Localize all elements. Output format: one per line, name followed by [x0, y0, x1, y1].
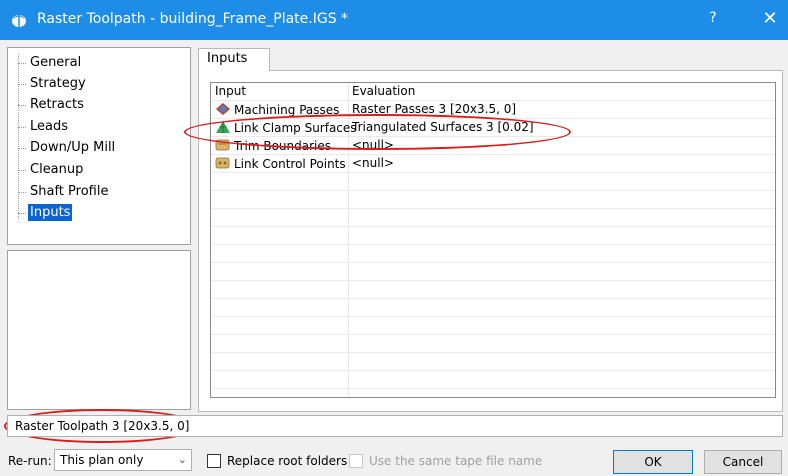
empty-row: [211, 209, 775, 227]
table-row[interactable]: Machining Passes Raster Passes 3 [20x3.5…: [211, 101, 775, 119]
tree-item-label: Strategy: [30, 76, 86, 91]
cancel-button[interactable]: Cancel: [704, 450, 782, 474]
tree-item-inputs[interactable]: Inputs: [18, 203, 73, 223]
tree-item-label: Inputs: [28, 204, 73, 221]
description-panel: [7, 250, 191, 410]
empty-row: [211, 299, 775, 317]
settings-tree: General Strategy Retracts Leads Down/Up …: [7, 47, 191, 245]
tree-item-retracts[interactable]: Retracts: [18, 95, 86, 115]
header-input[interactable]: Input: [215, 84, 246, 98]
row-input-cell: Link Control Points: [215, 156, 346, 171]
plan-description-text: Raster Toolpath 3 [20x3.5, 0]: [15, 419, 190, 433]
help-button[interactable]: ?: [705, 10, 721, 26]
tree-item-label: General: [30, 55, 82, 70]
window-title: Raster Toolpath - building_Frame_Plate.I…: [37, 11, 349, 27]
empty-row: [211, 227, 775, 245]
rerun-label: Re-run:: [8, 454, 52, 468]
table-header-row: Input Evaluation: [211, 83, 775, 101]
table-row[interactable]: Link Control Points <null>: [211, 155, 775, 173]
replace-root-folders-label[interactable]: Replace root folders: [227, 454, 347, 468]
close-button[interactable]: ✕: [760, 8, 780, 29]
raster-toolpath-dialog: Raster Toolpath - building_Frame_Plate.I…: [0, 0, 788, 476]
row-input-label: Link Clamp Surfaces: [234, 121, 357, 135]
empty-row: [211, 245, 775, 263]
title-bar: Raster Toolpath - building_Frame_Plate.I…: [0, 0, 788, 40]
machining-passes-icon: [216, 103, 230, 115]
tree-item-shaft-profile[interactable]: Shaft Profile: [18, 182, 110, 202]
chevron-down-icon: ⌄: [177, 453, 187, 466]
row-evaluation: <null>: [352, 156, 394, 170]
empty-row: [211, 263, 775, 281]
empty-row: [211, 317, 775, 335]
tree-item-label: Down/Up Mill: [30, 140, 116, 155]
tree-item-label: Shaft Profile: [30, 184, 109, 199]
rerun-dropdown-value: This plan only: [60, 453, 144, 467]
row-evaluation: <null>: [352, 138, 394, 152]
table-row[interactable]: Trim Boundaries <null>: [211, 137, 775, 155]
app-icon: [12, 15, 26, 27]
tree-item-label: Leads: [30, 119, 69, 134]
tree-item-label: Retracts: [30, 97, 84, 112]
plan-description-field[interactable]: Raster Toolpath 3 [20x3.5, 0]: [7, 415, 783, 437]
tree-item-leads[interactable]: Leads: [18, 117, 70, 137]
inputs-table: Input Evaluation Machining Passes Raster…: [210, 82, 776, 398]
link-control-points-icon: [215, 157, 230, 169]
same-tape-file-checkbox[interactable]: [349, 454, 363, 468]
triangulated-surface-icon: [216, 121, 230, 133]
row-input-label: Trim Boundaries: [234, 139, 331, 153]
tab-inputs[interactable]: Inputs: [198, 48, 270, 71]
row-evaluation: Triangulated Surfaces 3 [0.02]: [352, 120, 534, 134]
row-input-label: Link Control Points: [234, 157, 346, 171]
row-input-cell: Link Clamp Surfaces: [215, 120, 357, 135]
empty-row: [211, 353, 775, 371]
same-tape-file-label[interactable]: Use the same tape file name: [369, 454, 542, 468]
empty-row: [211, 173, 775, 191]
tree-item-strategy[interactable]: Strategy: [18, 74, 88, 94]
empty-row: [211, 335, 775, 353]
row-input-label: Machining Passes: [234, 103, 340, 117]
ok-button[interactable]: OK: [613, 450, 693, 474]
tree-item-cleanup[interactable]: Cleanup: [18, 160, 85, 180]
row-evaluation: Raster Passes 3 [20x3.5, 0]: [352, 102, 517, 116]
tree-item-general[interactable]: General: [18, 53, 83, 73]
rerun-dropdown[interactable]: This plan only ⌄: [54, 449, 192, 471]
row-input-cell: Machining Passes: [215, 102, 339, 117]
tree-item-down-up-mill[interactable]: Down/Up Mill: [18, 138, 117, 158]
replace-root-folders-checkbox[interactable]: [207, 454, 221, 468]
empty-row: [211, 191, 775, 209]
tree-item-label: Cleanup: [30, 162, 84, 177]
trim-boundaries-icon: [215, 139, 230, 151]
table-row[interactable]: Link Clamp Surfaces Triangulated Surface…: [211, 119, 775, 137]
row-input-cell: Trim Boundaries: [215, 138, 331, 153]
empty-row: [211, 281, 775, 299]
header-evaluation[interactable]: Evaluation: [352, 84, 415, 98]
empty-row: [211, 371, 775, 389]
